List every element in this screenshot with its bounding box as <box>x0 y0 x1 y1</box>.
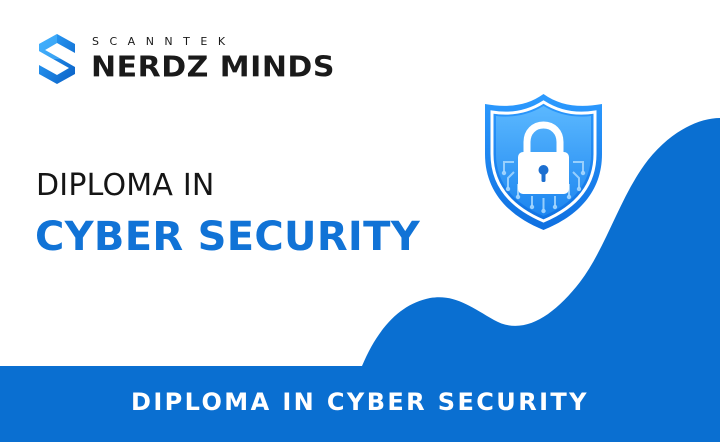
footer-title: DIPLOMA IN CYBER SECURITY <box>131 388 589 416</box>
brand-logo: SCANNTEK NERDZ MINDS <box>35 33 334 89</box>
brand-top-line: SCANNTEK <box>92 35 236 48</box>
heading-line-2: CYBER SECURITY <box>35 214 420 260</box>
banner: SCANNTEK NERDZ MINDS DIPLOMA IN CYBER SE… <box>0 0 720 442</box>
brand-name: NERDZ MINDS <box>91 51 335 85</box>
heading-line-1: DIPLOMA IN <box>36 168 215 203</box>
footer-bar: DIPLOMA IN CYBER SECURITY <box>0 366 720 442</box>
stylized-s-logo-icon <box>39 34 75 84</box>
shield-padlock-icon <box>485 94 602 230</box>
